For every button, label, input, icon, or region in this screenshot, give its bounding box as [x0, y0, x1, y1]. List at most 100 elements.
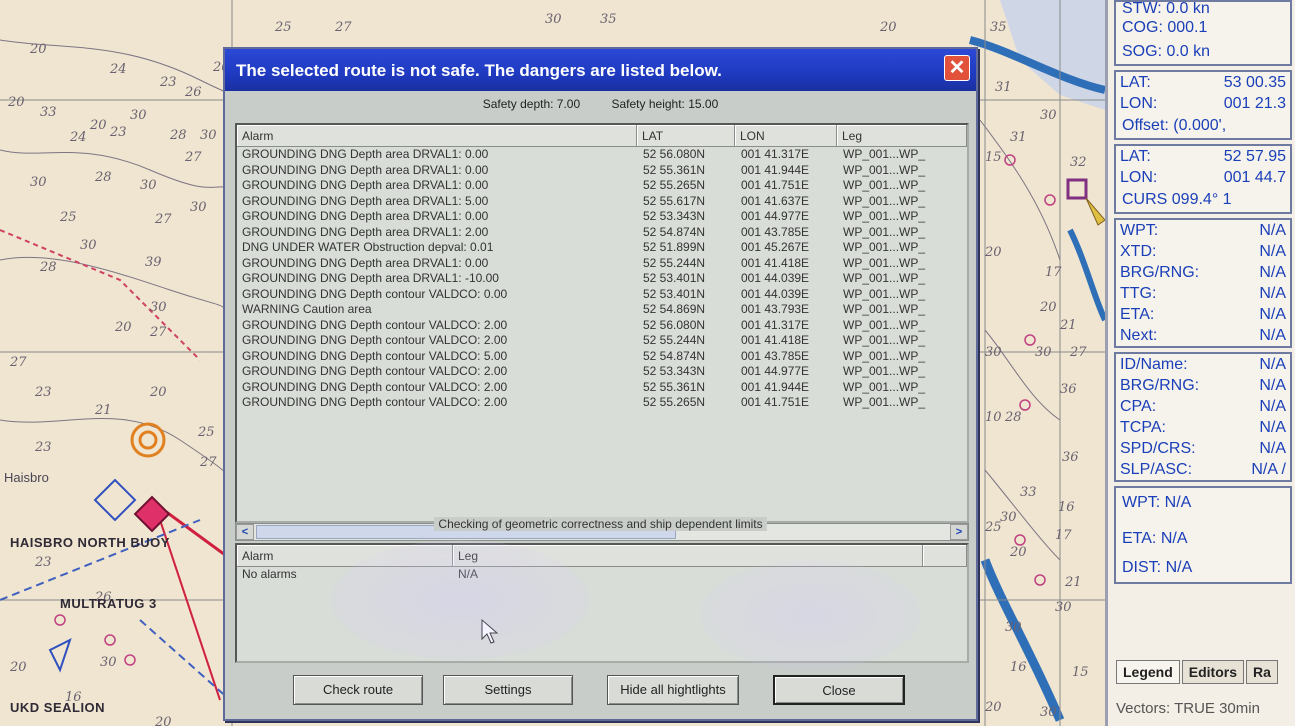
depth-sounding: 20 [985, 700, 1002, 715]
lat-cell: 52 56.080N [643, 317, 706, 332]
table-row[interactable]: WARNING Caution area 52 54.869N 001 43.793… [237, 302, 967, 318]
table-row[interactable]: GROUNDING DNG Depth area DRVAL1: 0.00 52 … [237, 256, 967, 272]
depth-sounding: 15 [985, 150, 1002, 165]
depth-sounding: 30 [1040, 108, 1057, 123]
depth-sounding: 39 [145, 255, 162, 270]
column-header-extra[interactable] [923, 545, 967, 567]
leg-cell: WP_001...WP_ [843, 209, 926, 223]
column-header-lon[interactable]: LON [735, 125, 837, 147]
alarm-cell: GROUNDING DNG Depth area DRVAL1: -10.00 [242, 271, 499, 285]
column-header-lat[interactable]: LAT [637, 125, 735, 147]
table-row[interactable]: GROUNDING DNG Depth area DRVAL1: 2.00 52 … [237, 225, 967, 241]
eta-label: ETA: [1120, 306, 1155, 323]
depth-sounding: 20 [985, 245, 1002, 260]
alarm-cell: GROUNDING DNG Depth contour VALDCO: 2.00 [242, 317, 508, 332]
depth-sounding: 33 [40, 105, 57, 120]
table-header: Alarm LAT LON Leg [237, 125, 967, 147]
depth-sounding: 17 [1045, 265, 1062, 280]
depth-sounding: 25 [60, 210, 77, 225]
depth-sounding: 30 [985, 345, 1002, 360]
lon-cell: 001 44.039E [741, 286, 810, 301]
target-block[interactable]: ID/Name: N/A BRG/RNG: N/A CPA: N/A TCPA: N/A… [1114, 352, 1292, 482]
waypoint-block[interactable]: WPT: N/A XTD: N/A BRG/RNG: N/A TTG: N/A ETA:… [1114, 218, 1292, 348]
mouse-pointer-icon [481, 619, 499, 644]
alarm-cell: GROUNDING DNG Depth area DRVAL1: 0.00 [242, 209, 489, 223]
depth-sounding: 30 [100, 655, 117, 670]
depth-sounding: 33 [1020, 485, 1037, 500]
buoy-label: HAISBRO NORTH BUOY [10, 535, 170, 550]
hide-highlights-button[interactable]: Hide all hightlights [607, 675, 739, 705]
route-summary-block[interactable]: WPT: N/A ETA: N/A DIST: N/A [1114, 486, 1292, 584]
depth-sounding: 16 [1010, 660, 1027, 675]
lon-cell: 001 44.977E [741, 364, 810, 378]
dangers-table[interactable]: Alarm LAT LON Leg GROUNDING DNG Depth ar… [235, 123, 969, 523]
depth-sounding: 21 [1060, 318, 1077, 333]
table-row[interactable]: GROUNDING DNG Depth contour VALDCO: 2.00… [237, 364, 967, 380]
tab-radar[interactable]: Ra [1246, 660, 1278, 684]
idname-value: N/A [1259, 356, 1286, 373]
column-header-alarm[interactable]: Alarm [237, 545, 453, 567]
table-row[interactable]: GROUNDING DNG Depth contour VALDCO: 2.00… [237, 380, 967, 396]
table-row[interactable]: GROUNDING DNG Depth area DRVAL1: 0.00 52 … [237, 163, 967, 179]
close-button[interactable]: Close [773, 675, 905, 705]
table-row[interactable]: GROUNDING DNG Depth area DRVAL1: 5.00 52 … [237, 194, 967, 210]
column-header-alarm[interactable]: Alarm [237, 125, 637, 147]
alarm-cell: GROUNDING DNG Depth area DRVAL1: 5.00 [242, 193, 489, 208]
depth-sounding: 20 [880, 20, 897, 35]
tcpa-label: TCPA: [1120, 419, 1166, 436]
depth-sounding: 30 [130, 108, 147, 123]
alarm-cell: WARNING Caution area [242, 302, 372, 316]
table-row[interactable]: GROUNDING DNG Depth contour VALDCO: 5.00… [237, 349, 967, 365]
table-row[interactable]: GROUNDING DNG Depth area DRVAL1: 0.00 52 … [237, 209, 967, 225]
xtd-label: XTD: [1120, 243, 1157, 260]
settings-button[interactable]: Settings [443, 675, 573, 705]
course-readout: CURS 099.4° 1 [1122, 191, 1232, 208]
table-row[interactable]: GROUNDING DNG Depth contour VALDCO: 0.00… [237, 287, 967, 303]
dialog-title-bar[interactable]: The selected route is not safe. The dang… [225, 49, 976, 91]
cpa-label: CPA: [1120, 398, 1157, 415]
depth-sounding: 23 [160, 75, 177, 90]
lon-cell: 001 45.267E [741, 240, 810, 254]
lat-cell: 52 55.361N [643, 379, 706, 394]
lon-label: LON: [1120, 169, 1158, 186]
column-header-leg[interactable]: Leg [453, 545, 923, 567]
leg-cell: WP_001...WP_ [843, 178, 926, 192]
lon-cell: 001 41.317E [741, 147, 810, 161]
sog-readout: SOG: 0.0 kn [1122, 43, 1211, 60]
depth-sounding: 30 [80, 238, 97, 253]
check-route-button[interactable]: Check route [293, 675, 423, 705]
close-icon[interactable]: ✕ [944, 55, 970, 81]
tcpa-value: N/A [1259, 419, 1286, 436]
table-row[interactable]: GROUNDING DNG Depth contour VALDCO: 2.00… [237, 333, 967, 349]
slpasc-label: SLP/ASC: [1120, 461, 1193, 478]
alarm-cell: GROUNDING DNG Depth contour VALDCO: 0.00 [242, 286, 508, 301]
depth-sounding: 28 [95, 170, 112, 185]
lon-cell: 001 44.977E [741, 209, 810, 223]
idname-label: ID/Name: [1120, 356, 1188, 373]
table-row[interactable]: GROUNDING DNG Depth area DRVAL1: 0.00 52 … [237, 178, 967, 194]
tab-legend[interactable]: Legend [1116, 660, 1180, 684]
leg-cell: N/A [458, 567, 479, 581]
depth-sounding: 20 [30, 42, 47, 57]
lat-cell: 52 54.874N [643, 224, 706, 239]
cursor-position-block[interactable]: LAT: 53 00.35 LON: 001 21.3 Offset: (0.000… [1114, 70, 1292, 140]
tab-editors[interactable]: Editors [1181, 660, 1245, 684]
lat-value: 53 00.35 [1223, 74, 1286, 91]
depth-sounding: 30 [1035, 345, 1052, 360]
next-label: Next: [1120, 327, 1158, 344]
table-row[interactable]: GROUNDING DNG Depth area DRVAL1: 0.00 52 … [237, 147, 967, 163]
lat-cell: 52 51.899N [643, 240, 706, 254]
ship-position-block[interactable]: LAT: 52 57.95 LON: 001 44.7 CURS 099.4° 1 [1114, 144, 1292, 214]
dialog-title: The selected route is not safe. The dang… [236, 61, 722, 80]
table-row[interactable]: DNG UNDER WATER Obstruction depval: 0.01… [237, 240, 967, 256]
table-row[interactable]: No alarms N/A [237, 567, 967, 583]
lat-cell: 52 55.617N [643, 193, 706, 208]
table-row[interactable]: GROUNDING DNG Depth contour VALDCO: 2.00… [237, 318, 967, 334]
depth-sounding: 31 [1010, 130, 1027, 145]
column-header-leg[interactable]: Leg [837, 125, 967, 147]
leg-cell: WP_001...WP_ [843, 333, 926, 347]
table-row[interactable]: GROUNDING DNG Depth contour VALDCO: 2.00… [237, 395, 967, 411]
geometry-alarm-table[interactable]: Alarm Leg No alarms N/A [235, 543, 969, 663]
offset-readout: Offset: (0.000', [1122, 117, 1227, 134]
table-row[interactable]: GROUNDING DNG Depth area DRVAL1: -10.00 5… [237, 271, 967, 287]
